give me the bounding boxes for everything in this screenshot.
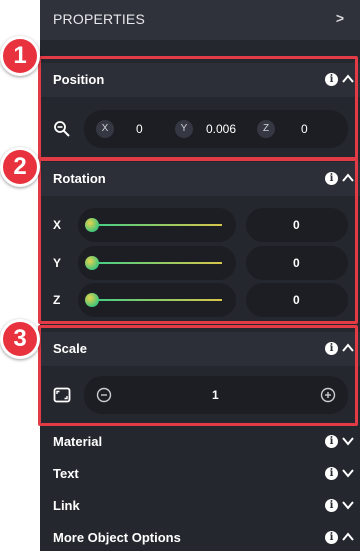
rotation-y-input[interactable]: 0 (246, 246, 348, 280)
zoom-out-icon[interactable] (53, 120, 71, 138)
text-section-header[interactable]: Text i (40, 457, 360, 489)
rotation-x-label: X (53, 218, 62, 232)
slider-knob[interactable] (85, 256, 99, 270)
scale-stepper[interactable]: 1 (84, 376, 348, 414)
position-y-input[interactable]: 0.006 (206, 122, 236, 136)
chevron-down-icon[interactable] (341, 466, 355, 480)
minus-circle-icon[interactable] (96, 387, 112, 403)
rotation-z-input[interactable]: 0 (246, 283, 348, 317)
chevron-up-icon[interactable] (341, 72, 355, 86)
plus-circle-icon[interactable] (320, 387, 336, 403)
rotation-x-slider[interactable] (78, 208, 236, 242)
material-section-label: Material (53, 434, 103, 449)
rotation-z-value: 0 (293, 293, 300, 307)
slider-knob[interactable] (85, 218, 99, 232)
properties-header[interactable]: PROPERTIES > (40, 0, 360, 40)
rotation-x-input[interactable]: 0 (246, 208, 348, 242)
position-section-header[interactable]: Position i (40, 63, 360, 97)
callout-badge-1: 1 (0, 36, 40, 76)
slider-track[interactable] (90, 262, 222, 264)
callout-badge-2: 2 (0, 147, 40, 187)
info-icon[interactable]: i (325, 172, 338, 185)
info-icon[interactable]: i (325, 342, 338, 355)
more-object-options-header[interactable]: More Object Options i (40, 521, 360, 551)
scale-value[interactable]: 1 (212, 388, 219, 402)
chevron-up-icon[interactable] (341, 171, 355, 185)
link-section-label: Link (53, 498, 80, 513)
properties-panel: PROPERTIES > Position i X 0 Y 0.006 Z 0 … (40, 0, 360, 551)
info-icon[interactable]: i (325, 467, 338, 480)
expand-panel-icon[interactable]: > (336, 10, 344, 26)
slider-knob[interactable] (85, 293, 99, 307)
chevron-up-icon[interactable] (341, 530, 355, 544)
rotation-section-label: Rotation (53, 171, 106, 186)
chevron-down-icon[interactable] (341, 434, 355, 448)
text-section-label: Text (53, 466, 79, 481)
chevron-down-icon[interactable] (341, 498, 355, 512)
chevron-up-icon[interactable] (341, 341, 355, 355)
rotation-y-label: Y (53, 256, 62, 270)
rotation-z-label: Z (53, 293, 61, 307)
rotation-x-value: 0 (293, 218, 300, 232)
info-icon[interactable]: i (325, 531, 338, 544)
position-y-label: Y (175, 120, 193, 138)
position-section-label: Position (53, 72, 105, 87)
position-x-input[interactable]: 0 (136, 122, 143, 136)
position-z-label: Z (257, 120, 275, 138)
position-x-label: X (96, 120, 114, 138)
info-icon[interactable]: i (325, 435, 338, 448)
slider-track[interactable] (90, 224, 222, 226)
scale-section-label: Scale (53, 341, 87, 356)
more-object-options-label: More Object Options (53, 530, 181, 545)
rotation-z-slider[interactable] (78, 283, 236, 317)
callout-badge-3: 3 (0, 319, 40, 359)
properties-title: PROPERTIES (53, 11, 145, 27)
position-field-group: X 0 Y 0.006 Z 0 (84, 110, 348, 148)
rotation-y-slider[interactable] (78, 246, 236, 280)
scale-section-header[interactable]: Scale i (40, 332, 360, 366)
frame-icon[interactable] (53, 386, 71, 404)
slider-track[interactable] (90, 299, 222, 301)
info-icon[interactable]: i (325, 73, 338, 86)
position-z-input[interactable]: 0 (301, 122, 308, 136)
info-icon[interactable]: i (325, 499, 338, 512)
material-section-header[interactable]: Material i (40, 425, 360, 457)
link-section-header[interactable]: Link i (40, 489, 360, 521)
rotation-section-header[interactable]: Rotation i (40, 162, 360, 196)
rotation-y-value: 0 (293, 256, 300, 270)
